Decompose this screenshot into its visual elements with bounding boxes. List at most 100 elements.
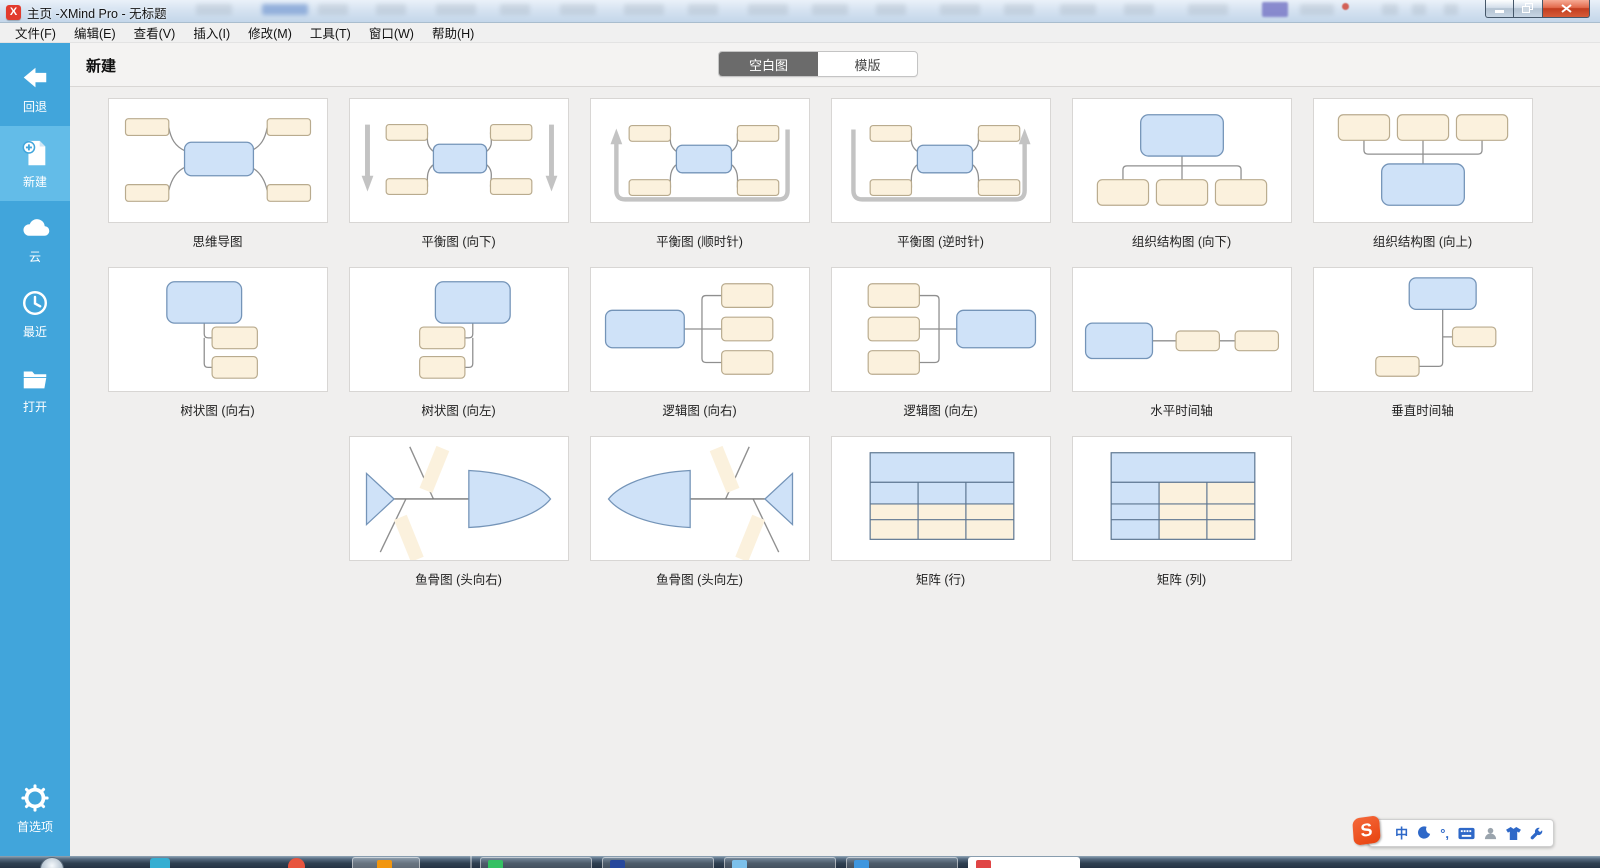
lightblue-app-window[interactable] bbox=[724, 857, 836, 868]
template-label: 组织结构图 (向下) bbox=[1072, 231, 1292, 246]
punctuation-icon[interactable]: °, bbox=[1440, 827, 1449, 840]
sidebar-item-回退[interactable]: 回退 bbox=[0, 51, 70, 126]
template-thumbnail-fishbone-left bbox=[590, 436, 810, 561]
sogou-s-logo[interactable]: S bbox=[1352, 815, 1381, 846]
menu-item-7[interactable]: 帮助(H) bbox=[423, 21, 483, 44]
background-window-artifact bbox=[1382, 4, 1398, 15]
minimize-icon bbox=[1495, 4, 1505, 14]
template-label: 逻辑图 (向右) bbox=[590, 400, 810, 415]
sidebar-item-云[interactable]: 云 bbox=[0, 201, 70, 276]
window-title: 主页 -XMind Pro - 无标题 bbox=[27, 3, 167, 22]
taskbar-separator bbox=[470, 856, 472, 868]
red-app-icon[interactable] bbox=[288, 858, 305, 868]
template-thumbnail-timeline-vertical bbox=[1313, 267, 1533, 392]
blue-app-window[interactable] bbox=[846, 857, 958, 868]
template-card-fishbone-left[interactable]: 鱼骨图 (头向左) bbox=[590, 436, 810, 584]
template-card-tree-right[interactable]: 树状图 (向右) bbox=[108, 267, 328, 415]
menu-item-5[interactable]: 工具(T) bbox=[301, 21, 360, 44]
titlebar[interactable]: X 主页 -XMind Pro - 无标题 bbox=[0, 0, 1600, 23]
template-card-timeline-horizontal[interactable]: 水平时间轴 bbox=[1072, 267, 1292, 415]
template-card-fishbone-right[interactable]: 鱼骨图 (头向右) bbox=[349, 436, 569, 584]
template-label: 平衡图 (向下) bbox=[349, 231, 569, 246]
xmind-logo-icon: X bbox=[6, 5, 21, 20]
close-button[interactable] bbox=[1543, 0, 1590, 18]
sidebar-item-首选项[interactable]: 首选项 bbox=[0, 771, 70, 846]
skin-shirt-icon[interactable] bbox=[1506, 827, 1521, 840]
menu-item-4[interactable]: 修改(M) bbox=[239, 21, 301, 44]
background-window-artifact bbox=[1262, 2, 1288, 17]
windows-taskbar[interactable] bbox=[0, 856, 1600, 868]
template-card-org-chart-down[interactable]: 组织结构图 (向下) bbox=[1072, 98, 1292, 246]
green-app-window[interactable] bbox=[480, 857, 592, 868]
template-label: 平衡图 (逆时针) bbox=[831, 231, 1051, 246]
template-thumbnail-matrix-column bbox=[1072, 436, 1292, 561]
background-window-artifact bbox=[1412, 4, 1426, 15]
soft-keyboard-icon[interactable] bbox=[1458, 827, 1475, 840]
background-window-artifact bbox=[1342, 3, 1349, 10]
tab-blank-maps[interactable]: 空白图 bbox=[719, 52, 818, 76]
sidebar-item-label: 回退 bbox=[23, 98, 47, 115]
sidebar-item-新建[interactable]: 新建 bbox=[0, 126, 70, 201]
template-thumbnail-org-chart-down bbox=[1072, 98, 1292, 223]
moon-icon[interactable] bbox=[1417, 826, 1431, 840]
template-card-balance-clockwise[interactable]: 平衡图 (顺时针) bbox=[590, 98, 810, 246]
windows-start-orb[interactable] bbox=[40, 857, 64, 868]
template-card-mind-map[interactable]: 思维导图 bbox=[108, 98, 328, 246]
navy-app-window[interactable] bbox=[602, 857, 714, 868]
menu-item-3[interactable]: 插入(I) bbox=[184, 21, 239, 44]
sidebar-item-最近[interactable]: 最近 bbox=[0, 276, 70, 351]
user-phrase-icon[interactable] bbox=[1484, 827, 1497, 840]
template-thumbnail-org-chart-up bbox=[1313, 98, 1533, 223]
template-thumbnail-balance-down bbox=[349, 98, 569, 223]
recent-clock-icon bbox=[20, 287, 51, 318]
open-folder-icon bbox=[20, 362, 51, 393]
new-document-icon bbox=[20, 137, 51, 168]
background-window-artifact bbox=[500, 4, 530, 15]
template-thumbnail-balance-clockwise bbox=[590, 98, 810, 223]
template-label: 树状图 (向左) bbox=[349, 400, 569, 415]
template-thumbnail-balance-counterclockwise bbox=[831, 98, 1051, 223]
background-window-artifact bbox=[1444, 4, 1458, 15]
red-white-app-window[interactable] bbox=[968, 857, 1080, 868]
background-window-artifact bbox=[1004, 4, 1034, 15]
background-window-artifact bbox=[1188, 4, 1228, 15]
template-label: 垂直时间轴 bbox=[1313, 400, 1533, 415]
template-thumbnail-logic-left bbox=[831, 267, 1051, 392]
template-thumbnail-fishbone-right bbox=[349, 436, 569, 561]
menu-item-0[interactable]: 文件(F) bbox=[6, 21, 65, 44]
background-window-artifact bbox=[624, 4, 664, 15]
background-window-artifact bbox=[560, 4, 596, 15]
background-window-artifact bbox=[688, 4, 718, 15]
template-card-logic-right[interactable]: 逻辑图 (向右) bbox=[590, 267, 810, 415]
template-label: 树状图 (向右) bbox=[108, 400, 328, 415]
settings-wrench-icon[interactable] bbox=[1530, 827, 1543, 840]
menu-item-6[interactable]: 窗口(W) bbox=[360, 21, 423, 44]
template-card-balance-counterclockwise[interactable]: 平衡图 (逆时针) bbox=[831, 98, 1051, 246]
menu-item-2[interactable]: 查看(V) bbox=[125, 21, 185, 44]
template-label: 鱼骨图 (头向左) bbox=[590, 569, 810, 584]
template-label: 思维导图 bbox=[108, 231, 328, 246]
content-header: 新建 空白图模版 bbox=[70, 43, 1600, 87]
template-card-tree-left[interactable]: 树状图 (向左) bbox=[349, 267, 569, 415]
restore-icon bbox=[1522, 3, 1534, 14]
menu-item-1[interactable]: 编辑(E) bbox=[65, 21, 125, 44]
minimize-button[interactable] bbox=[1485, 0, 1514, 18]
background-window-artifact bbox=[940, 4, 980, 15]
template-card-balance-down[interactable]: 平衡图 (向下) bbox=[349, 98, 569, 246]
template-card-matrix-column[interactable]: 矩阵 (列) bbox=[1072, 436, 1292, 584]
teal-app-icon[interactable] bbox=[150, 858, 170, 868]
restore-button[interactable] bbox=[1514, 0, 1543, 18]
template-thumbnail-timeline-horizontal bbox=[1072, 267, 1292, 392]
background-window-artifact bbox=[196, 4, 232, 15]
orange-app-icon[interactable] bbox=[352, 857, 420, 868]
template-card-matrix-row[interactable]: 矩阵 (行) bbox=[831, 436, 1051, 584]
template-card-timeline-vertical[interactable]: 垂直时间轴 bbox=[1313, 267, 1533, 415]
template-card-org-chart-up[interactable]: 组织结构图 (向上) bbox=[1313, 98, 1533, 246]
chinese-mode-icon[interactable]: 中 bbox=[1395, 827, 1408, 840]
sidebar-item-打开[interactable]: 打开 bbox=[0, 351, 70, 426]
menu-bar: 文件(F)编辑(E)查看(V)插入(I)修改(M)工具(T)窗口(W)帮助(H) bbox=[0, 22, 1600, 43]
template-card-logic-left[interactable]: 逻辑图 (向左) bbox=[831, 267, 1051, 415]
tab-templates[interactable]: 模版 bbox=[818, 52, 917, 76]
background-window-artifact bbox=[436, 4, 476, 15]
background-window-artifact bbox=[262, 4, 308, 15]
